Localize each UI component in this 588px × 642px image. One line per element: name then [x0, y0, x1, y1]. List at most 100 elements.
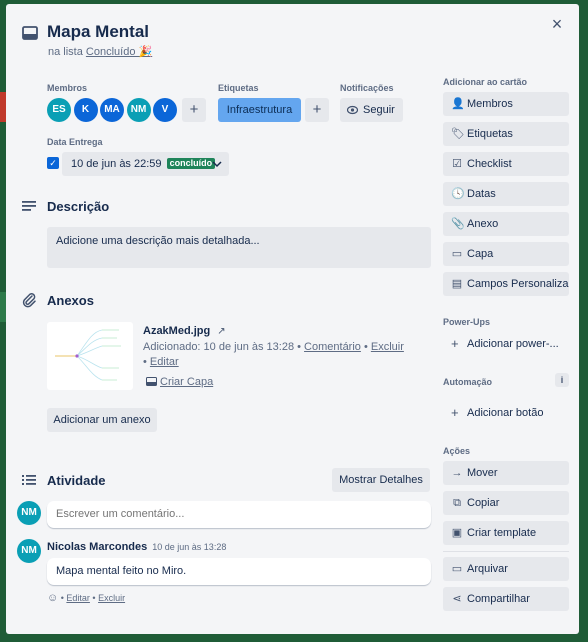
eye-icon — [347, 105, 358, 115]
sidebar-button-label: Anexo — [467, 218, 499, 230]
action-button-label: Arquivar — [467, 563, 508, 575]
action-button-compartilhar[interactable]: ⋖ Compartilhar — [443, 587, 569, 611]
show-details-button[interactable]: Mostrar Detalhes — [332, 468, 430, 492]
sidebar-button-checklist[interactable]: ☑ Checklist — [443, 152, 569, 176]
comment-edit-link[interactable]: Editar — [66, 593, 90, 603]
list-link[interactable]: Concluído 🎉 — [86, 46, 152, 58]
members-label: Membros — [47, 83, 88, 93]
actions-label: Ações — [443, 446, 471, 456]
sidebar-button-capa[interactable]: ▭ Capa — [443, 242, 569, 266]
member-avatar[interactable]: ES — [47, 98, 71, 122]
attachment-added: Adicionado: 10 de jun às 13:28 • — [143, 341, 301, 353]
card-detail-modal: × Mapa Mental na lista Concluído 🎉 Membr… — [6, 4, 579, 634]
attachment-meta: Adicionado: 10 de jun às 13:28 • Comentá… — [143, 341, 404, 368]
action-button-label: Criar template — [467, 527, 537, 539]
make-cover-link[interactable]: Criar Capa — [146, 376, 213, 388]
current-user-avatar[interactable]: NM — [17, 501, 41, 525]
person-icon: 👤 — [451, 98, 465, 110]
paperclip-icon: 📎 — [451, 218, 465, 230]
attachment-comment-link[interactable]: Comentário — [304, 341, 361, 353]
add-to-card-label: Adicionar ao cartão — [443, 77, 528, 87]
action-button-criar[interactable]: ▣ Criar template — [443, 521, 569, 545]
sidebar-button-label: Datas — [467, 188, 496, 200]
sidebar-button-label: Campos Personaliza... — [467, 278, 569, 290]
copy-icon: ⧉ — [453, 497, 461, 509]
comment-time[interactable]: 10 de jun às 13:28 — [152, 542, 226, 552]
follow-label: Seguir — [363, 104, 395, 116]
description-input[interactable]: Adicione uma descrição mais detalhada... — [47, 227, 431, 268]
sidebar-button-datas[interactable]: 🕓 Datas — [443, 182, 569, 206]
card-title[interactable]: Mapa Mental — [47, 22, 149, 42]
automation-label: Automação — [443, 377, 493, 387]
label-tag[interactable]: Infraestrutura — [218, 98, 301, 122]
custom-fields-icon: ▤ — [451, 278, 463, 290]
archive-icon: ▭ — [451, 563, 463, 575]
due-date-label: Data Entrega — [47, 137, 103, 147]
add-powerup-button[interactable]: + Adicionar power-... — [443, 332, 569, 356]
description-icon — [22, 201, 36, 211]
add-attachment-button[interactable]: Adicionar um anexo — [47, 408, 157, 432]
paperclip-icon — [22, 293, 36, 308]
checklist-icon: ☑ — [452, 158, 462, 170]
clock-icon: 🕓 — [451, 188, 465, 200]
comment-author-name[interactable]: Nicolas Marcondes — [47, 541, 147, 553]
comment-author-avatar[interactable]: NM — [17, 539, 41, 563]
reaction-icon[interactable]: ☺ — [47, 592, 58, 604]
attachment-thumbnail[interactable] — [47, 322, 133, 390]
add-label-button[interactable]: + — [305, 98, 329, 122]
action-button-label: Copiar — [467, 497, 500, 509]
arrow-right-icon: → — [451, 467, 463, 479]
action-button-label: Compartilhar — [467, 593, 530, 605]
comment-delete-link[interactable]: Excluir — [98, 593, 125, 603]
member-avatar[interactable]: K — [73, 98, 98, 122]
attachment-name-text: AzakMed.jpg — [143, 325, 211, 337]
action-button-arquivar[interactable]: ▭ Arquivar — [443, 557, 569, 581]
status-badge: concluído — [166, 158, 216, 169]
attachment-delete-link[interactable]: Excluir — [371, 341, 404, 353]
add-automation-button[interactable]: + Adicionar botão — [443, 401, 569, 425]
card-list-info: na lista Concluído 🎉 — [48, 45, 152, 58]
sidebar-button-etiquetas[interactable]: 🏷 Etiquetas — [443, 122, 569, 146]
labels-label: Etiquetas — [218, 83, 259, 93]
sidebar-button-campos[interactable]: ▤ Campos Personaliza... — [443, 272, 569, 296]
plus-icon: + — [451, 336, 459, 351]
add-powerup-label: Adicionar power-... — [467, 338, 559, 350]
member-avatar[interactable]: V — [153, 98, 177, 122]
due-date-button[interactable]: 10 de jun às 22:59 concluído — [62, 152, 229, 176]
sidebar-button-membros[interactable]: 👤 Membros — [443, 92, 569, 116]
sidebar-button-label: Membros — [467, 98, 513, 110]
external-link-icon[interactable]: ↗ — [217, 326, 225, 337]
action-button-copiar[interactable]: ⧉ Copiar — [443, 491, 569, 515]
mind-map-preview — [55, 329, 121, 381]
sidebar-button-anexo[interactable]: 📎 Anexo — [443, 212, 569, 236]
info-icon[interactable]: i — [555, 373, 569, 387]
share-icon: ⋖ — [452, 593, 462, 605]
action-button-mover[interactable]: → Mover — [443, 461, 569, 485]
activity-title: Atividade — [47, 473, 106, 488]
cover-icon: ▭ — [451, 248, 463, 260]
close-icon[interactable]: × — [547, 14, 567, 34]
list-prefix: na lista — [48, 46, 83, 58]
comment-author: Nicolas Marcondes 10 de jun às 13:28 — [47, 541, 226, 553]
actions-divider — [443, 551, 569, 552]
member-avatar[interactable]: NM — [126, 98, 151, 122]
attachment-edit-link[interactable]: Editar — [150, 356, 179, 368]
template-icon: ▣ — [451, 527, 463, 539]
chevron-down-icon — [212, 161, 222, 168]
make-cover-label: Criar Capa — [160, 376, 214, 388]
attachments-title: Anexos — [47, 293, 94, 308]
attachment-name[interactable]: AzakMed.jpg ↗ — [143, 325, 226, 337]
notifications-label: Notificações — [340, 83, 394, 93]
due-date-value: 10 de jun às 22:59 — [71, 158, 162, 170]
comment-input[interactable] — [47, 501, 431, 528]
add-automation-label: Adicionar botão — [467, 407, 544, 419]
member-avatar[interactable]: MA — [100, 98, 124, 122]
due-date-checkbox[interactable]: ✓ — [47, 157, 59, 169]
activity-icon — [22, 475, 36, 485]
sidebar-button-label: Capa — [467, 248, 494, 260]
follow-button[interactable]: Seguir — [340, 98, 403, 122]
sidebar-button-label: Checklist — [467, 158, 512, 170]
add-member-button[interactable]: + — [182, 98, 206, 122]
card-icon — [22, 26, 38, 40]
cover-icon — [146, 377, 157, 386]
